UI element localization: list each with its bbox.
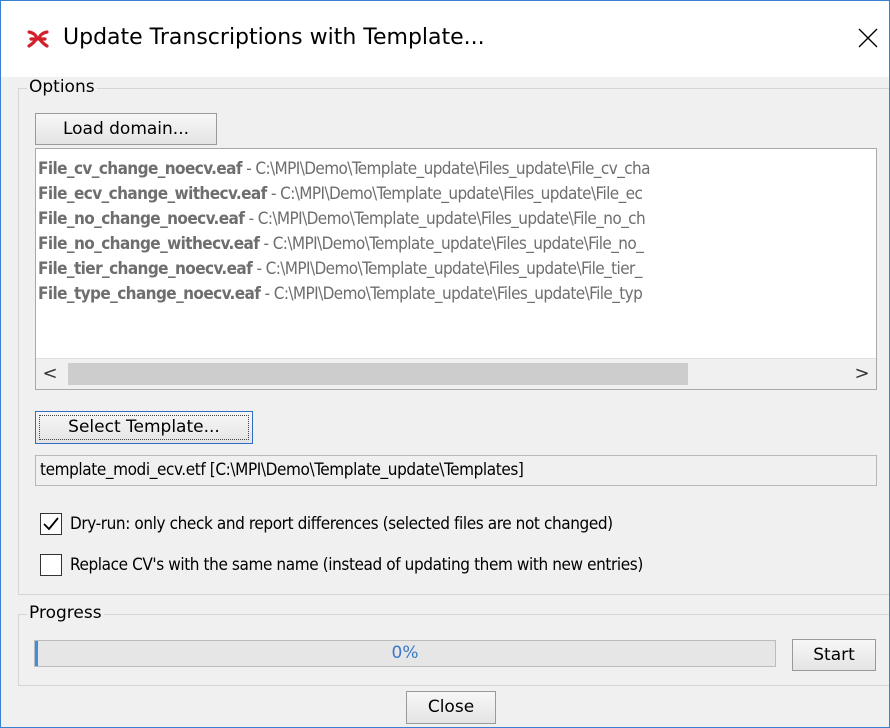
replace-cv-label[interactable]: Replace CV's with the same name (instead… (70, 555, 643, 575)
dry-run-label[interactable]: Dry-run: only check and report differenc… (70, 514, 613, 534)
list-item[interactable]: File_no_change_noecv.eaf - C:\MPI\Demo\T… (38, 207, 646, 231)
replace-cv-checkbox[interactable] (40, 554, 62, 576)
elan-app-icon (27, 30, 49, 48)
options-group-label: Options (27, 77, 97, 97)
template-path-field: template_modi_ecv.etf [C:\MPI\Demo\Templ… (35, 455, 877, 486)
title-bar: Update Transcriptions with Template... (1, 1, 889, 77)
progress-bar: 0% (34, 640, 776, 667)
select-template-button[interactable]: Select Template... (35, 411, 253, 444)
list-item[interactable]: File_cv_change_noecv.eaf - C:\MPI\Demo\T… (38, 157, 650, 181)
checkmark-icon (43, 517, 59, 531)
scroll-right-icon[interactable]: > (848, 359, 876, 389)
dialog-window: Update Transcriptions with Template... O… (0, 0, 890, 728)
horizontal-scrollbar[interactable]: < > (36, 358, 876, 389)
load-domain-button[interactable]: Load domain... (35, 113, 217, 145)
start-button[interactable]: Start (792, 639, 876, 671)
list-item[interactable]: File_ecv_change_withecv.eaf - C:\MPI\Dem… (38, 182, 643, 206)
file-list[interactable]: File_cv_change_noecv.eaf - C:\MPI\Demo\T… (35, 148, 877, 390)
list-item[interactable]: File_tier_change_noecv.eaf - C:\MPI\Demo… (38, 257, 642, 281)
list-item[interactable]: File_type_change_noecv.eaf - C:\MPI\Demo… (38, 282, 643, 306)
progress-percent: 0% (391, 643, 419, 663)
window-title: Update Transcriptions with Template... (63, 25, 485, 50)
close-button[interactable]: Close (406, 691, 496, 724)
close-icon[interactable] (856, 26, 880, 50)
progress-group-label: Progress (27, 603, 104, 623)
scroll-left-icon[interactable]: < (36, 359, 64, 389)
dry-run-checkbox[interactable] (40, 513, 62, 535)
scrollbar-thumb[interactable] (68, 363, 688, 385)
list-item[interactable]: File_no_change_withecv.eaf - C:\MPI\Demo… (38, 232, 644, 256)
